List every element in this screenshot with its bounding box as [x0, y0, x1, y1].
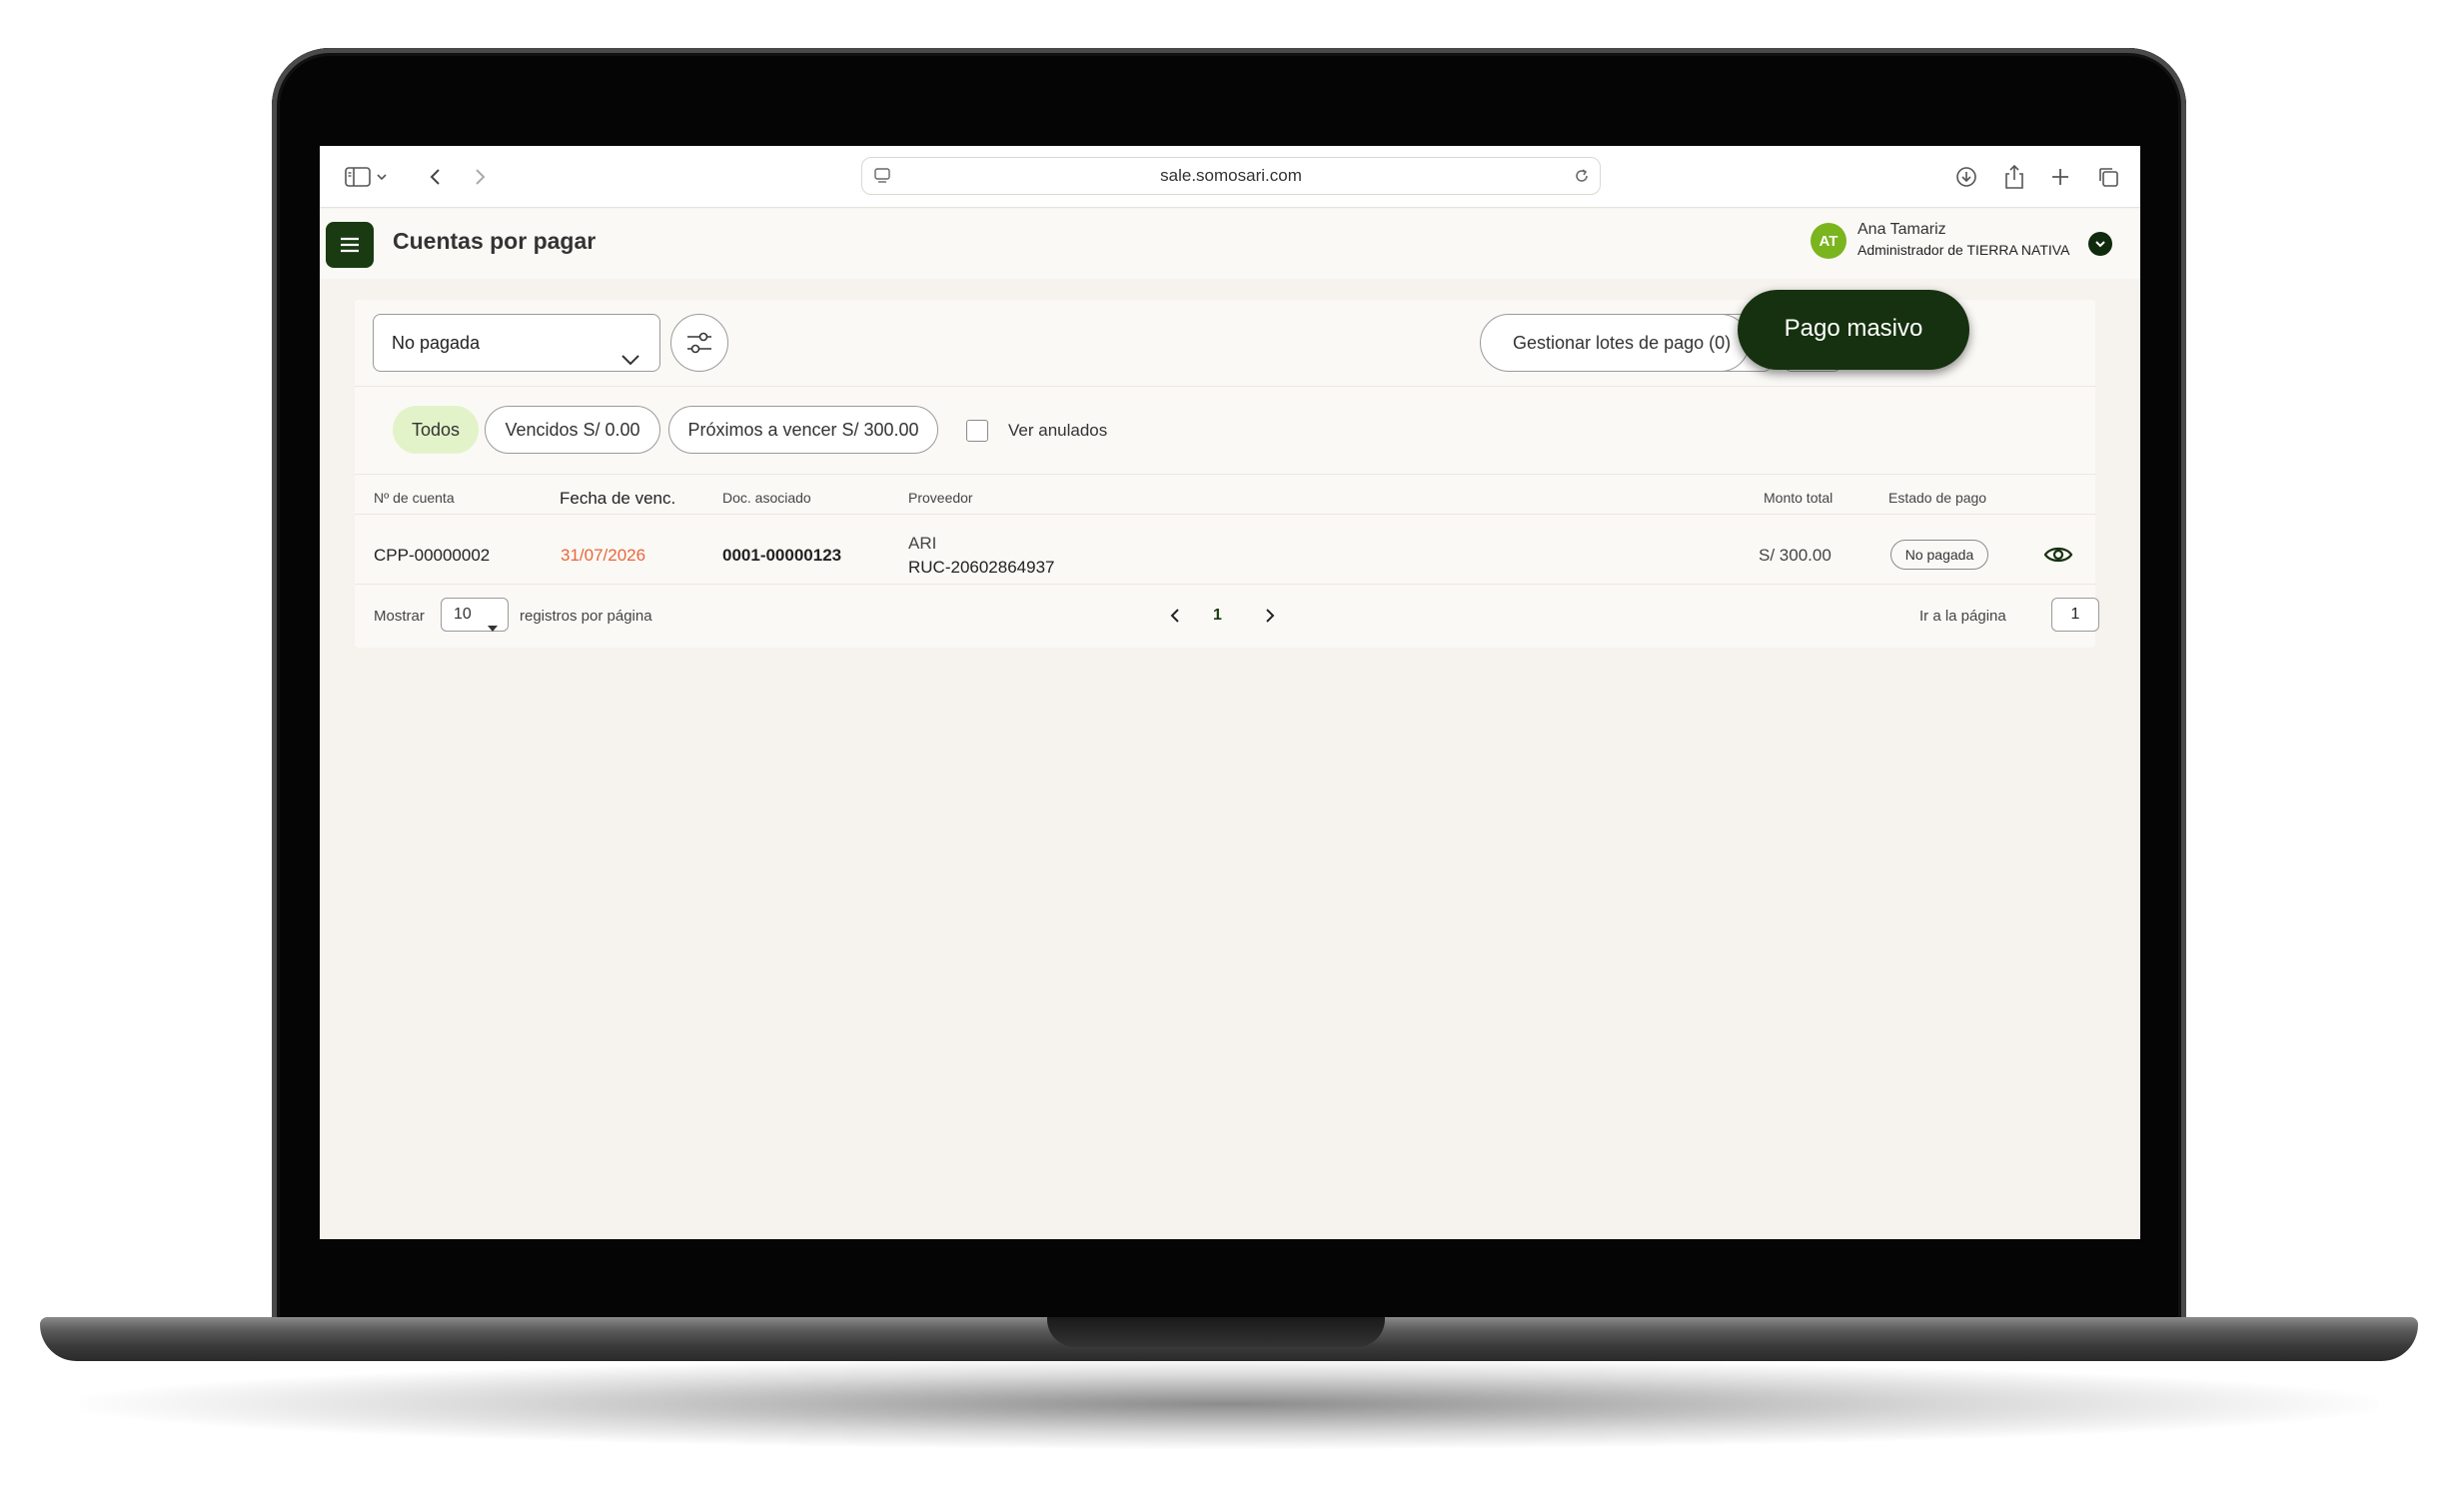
divider [355, 386, 2095, 387]
pago-masivo-button[interactable]: Pago masivo [1738, 290, 1969, 370]
hamburger-icon [341, 237, 359, 253]
column-header-doc[interactable]: Doc. asociado [722, 490, 811, 506]
goto-page-label: Ir a la página [1919, 608, 2006, 625]
menu-button[interactable] [326, 222, 374, 268]
page-title: Cuentas por pagar [393, 228, 597, 254]
chevron-down-icon [619, 333, 641, 389]
forward-arrow-icon[interactable] [464, 161, 496, 193]
row-doc: 0001-00000123 [722, 546, 842, 565]
status-filter-select[interactable]: No pagada [373, 314, 660, 372]
row-proveedor-ruc: RUC-20602864937 [908, 558, 1055, 577]
address-bar[interactable]: sale.somosari.com [861, 157, 1601, 195]
url-text: sale.somosari.com [1160, 166, 1302, 185]
chip-todos[interactable]: Todos [393, 406, 479, 454]
app-header: Cuentas por pagar AT Ana Tamariz Adminis… [320, 209, 2140, 279]
divider [355, 584, 2095, 585]
column-header-fecha[interactable]: Fecha de venc. [560, 489, 675, 509]
back-arrow-icon[interactable] [420, 161, 452, 193]
chip-proximos[interactable]: Próximos a vencer S/ 300.00 [668, 406, 938, 454]
caret-down-icon [488, 612, 498, 644]
chevron-down-icon[interactable] [372, 161, 392, 193]
sidebar-toggle-icon[interactable] [342, 161, 374, 193]
new-tab-icon[interactable] [2044, 161, 2076, 193]
per-page-value: 10 [454, 606, 472, 623]
divider [355, 514, 2095, 515]
per-page-select[interactable]: 10 [441, 598, 509, 632]
page-settings-icon[interactable] [872, 166, 892, 191]
advanced-filters-button[interactable] [670, 314, 728, 372]
show-label: Mostrar [374, 608, 425, 625]
chip-vencidos[interactable]: Vencidos S/ 0.00 [485, 406, 660, 454]
ver-anulados-label[interactable]: Ver anulados [1008, 421, 1107, 441]
laptop-notch [1047, 1317, 1385, 1347]
user-menu-button[interactable] [2088, 232, 2112, 256]
laptop-shadow [80, 1359, 2378, 1449]
sliders-icon [687, 332, 711, 354]
user-name[interactable]: Ana Tamariz [1857, 221, 1946, 239]
divider [355, 474, 2095, 475]
manage-payment-batches-button[interactable]: Gestionar lotes de pago (0) [1480, 314, 1750, 372]
column-header-proveedor[interactable]: Proveedor [908, 490, 973, 506]
column-header-cuenta[interactable]: Nº de cuenta [374, 490, 455, 506]
view-eye-icon[interactable] [2043, 543, 2073, 567]
status-badge: No pagada [1890, 540, 1988, 570]
chevron-down-icon [2095, 241, 2105, 248]
next-page-icon[interactable] [1260, 606, 1280, 626]
column-header-monto[interactable]: Monto total [1764, 490, 1833, 506]
current-page[interactable]: 1 [1213, 607, 1222, 625]
previous-page-icon[interactable] [1165, 606, 1185, 626]
row-proveedor-name: ARI [908, 534, 937, 553]
screen: sale.somosari.com Cuentas por pagar AT A… [320, 146, 2140, 1239]
user-role: Administrador de TIERRA NATIVA [1857, 242, 2070, 258]
download-icon[interactable] [1950, 161, 1982, 193]
row-fecha: 31/07/2026 [561, 546, 646, 565]
tabs-overview-icon[interactable] [2092, 161, 2124, 193]
row-cuenta: CPP-00000002 [374, 546, 491, 565]
status-filter-value: No pagada [392, 333, 481, 353]
column-header-estado[interactable]: Estado de pago [1888, 490, 1986, 506]
row-monto: S/ 300.00 [1759, 546, 1832, 565]
reload-icon[interactable] [1572, 166, 1592, 191]
ver-anulados-checkbox[interactable] [966, 420, 988, 442]
goto-page-input[interactable]: 1 [2051, 598, 2099, 632]
per-page-suffix: registros por página [520, 608, 652, 625]
share-icon[interactable] [1998, 161, 2030, 193]
browser-toolbar: sale.somosari.com [320, 146, 2140, 208]
avatar[interactable]: AT [1811, 223, 1847, 259]
